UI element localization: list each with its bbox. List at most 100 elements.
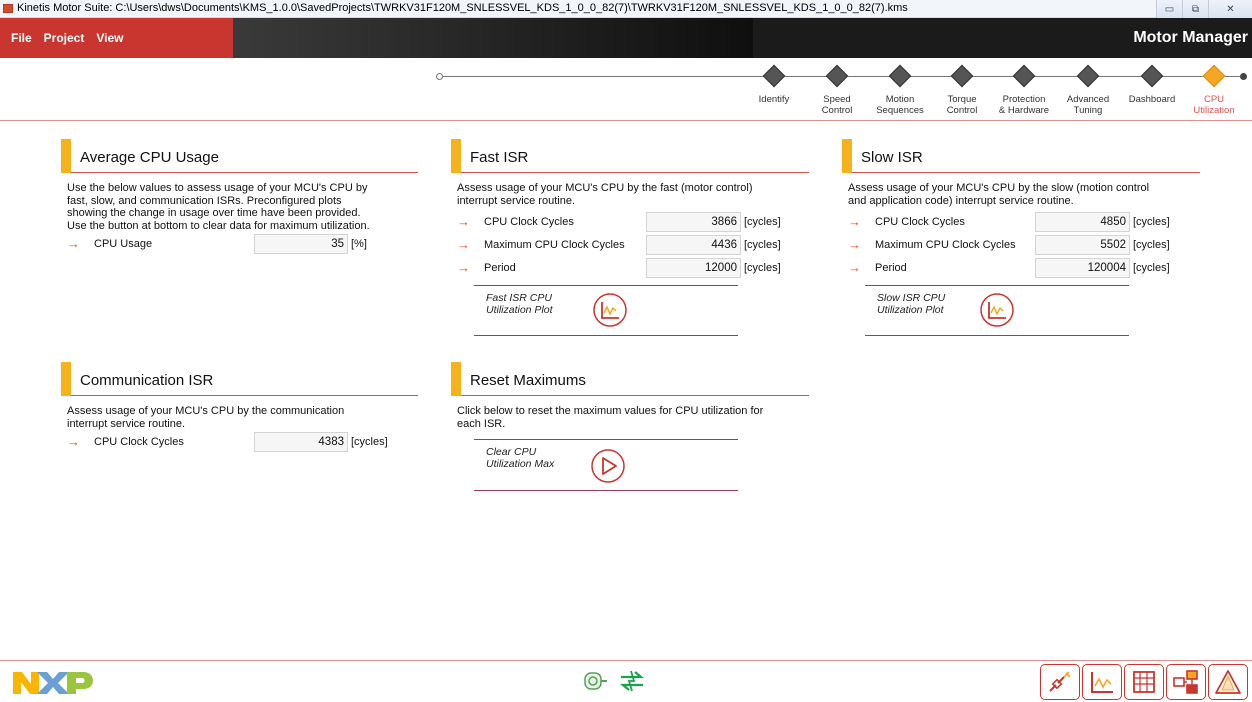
row-label: Period [875,262,907,274]
row-unit: [cycles] [1133,216,1170,228]
panel-description: Click below to reset the maximum values … [457,405,764,430]
slow-period-value: 120004 [1035,258,1130,278]
panel-title: Reset Maximums [470,372,586,389]
footer-status-icons [583,668,647,697]
footer-toolbar [1040,664,1248,700]
workflow-step-dashboard[interactable]: Dashboard [1122,64,1182,105]
panel-description: Use the below values to assess usage of … [67,182,370,232]
slow-max-cpu-clock-cycles-value: 5502 [1035,235,1130,255]
menu-project[interactable]: Project [44,31,85,45]
workflow-step-speed-control[interactable]: Speed Control [807,64,867,116]
divider [0,120,1252,121]
panel-accent [451,362,461,396]
slow-isr-plot-box: Slow ISR CPU Utilization Plot [865,285,1129,336]
diamond-icon [762,64,786,88]
diamond-icon [1076,64,1100,88]
workflow-step-motion-sequences[interactable]: Motion Sequences [870,64,930,116]
workflow-step-label: Torque Control [946,94,978,116]
arrow-right-icon: → [848,237,861,252]
fast-cpu-clock-cycles-row: → CPU Clock Cycles 3866 [cycles] [457,212,809,233]
variables-table-button[interactable] [1124,664,1164,700]
cpu-usage-row: → CPU Usage 35 [%] [67,234,418,255]
arrow-right-icon: → [67,434,80,449]
title-bar: Kinetis Motor Suite: C:\Users\dws\Docume… [0,0,1252,18]
workflow-bar: Identify Speed Control Motion Sequences To… [0,58,1252,120]
fast-isr-plot-button[interactable] [592,292,628,331]
restore-button[interactable]: ⧉ [1182,0,1208,18]
panel-accent [451,139,461,173]
workflow-step-cpu-utilization[interactable]: CPU Utilization [1184,64,1244,116]
divider [0,660,1252,661]
panel-title: Fast ISR [470,149,529,166]
app-icon [3,4,13,13]
fast-period-value: 12000 [646,258,741,278]
comm-cpu-clock-cycles-value: 4383 [254,432,348,452]
menu-view[interactable]: View [96,31,123,45]
workflow-start-node [436,73,443,80]
plot-icon [593,293,627,327]
reset-box: Clear CPU Utilization Max [474,439,738,491]
panel-average-cpu-usage: Average CPU Usage Use the below values t… [61,139,418,255]
workflow-step-torque-control[interactable]: Torque Control [932,64,992,116]
plot-icon [1091,672,1113,693]
row-label: Maximum CPU Clock Cycles [484,239,625,251]
panel-accent [61,362,71,396]
workflow-step-protection[interactable]: Protection & Hardware [994,64,1054,116]
row-unit: [cycles] [1133,262,1170,274]
clear-cpu-utilization-max-button[interactable] [590,448,626,487]
comm-cpu-clock-cycles-row: → CPU Clock Cycles 4383 [cycles] [67,432,418,453]
plot-label: Slow ISR CPU Utilization Plot [877,292,946,316]
arrow-right-icon: → [67,236,80,251]
panel-title: Slow ISR [861,149,923,166]
arrow-right-icon: → [848,214,861,229]
workflow-step-advanced-tuning[interactable]: Advanced Tuning [1058,64,1118,116]
row-label: Period [484,262,516,274]
alert-button[interactable] [1208,664,1248,700]
row-label: Maximum CPU Clock Cycles [875,239,1016,251]
workflow-step-label: Identify [758,94,790,105]
diamond-icon [825,64,849,88]
row-unit: [cycles] [744,262,781,274]
arrow-right-icon: → [457,260,470,275]
arrow-right-icon: → [457,214,470,229]
table-icon [1133,671,1155,693]
fast-isr-plot-box: Fast ISR CPU Utilization Plot [474,285,738,336]
panel-header: Slow ISR [842,139,1200,173]
panel-description: Assess usage of your MCU's CPU by the sl… [848,182,1150,207]
connection-icon[interactable] [617,668,647,697]
minimize-button[interactable]: ▭ [1156,0,1182,18]
diamond-icon [1012,64,1036,88]
plug-icon [1049,671,1071,692]
control-diagram-button[interactable] [1166,664,1206,700]
slow-cpu-clock-cycles-value: 4850 [1035,212,1130,232]
panel-accent [842,139,852,173]
window-title: Kinetis Motor Suite: C:\Users\dws\Docume… [17,2,908,14]
slow-max-cpu-clock-cycles-row: → Maximum CPU Clock Cycles 5502 [cycles] [848,235,1200,256]
menu-file[interactable]: File [11,31,32,45]
panel-header: Fast ISR [451,139,809,173]
menu-group: File Project View [0,18,233,58]
menu-bar-background [233,18,753,58]
workflow-step-label: Motion Sequences [876,94,924,116]
row-unit: [cycles] [351,436,388,448]
panel-header: Reset Maximums [451,362,809,396]
fast-max-cpu-clock-cycles-row: → Maximum CPU Clock Cycles 4436 [cycles] [457,235,809,256]
window-controls: ▭ ⧉ ✕ [1156,0,1252,18]
row-label: CPU Usage [94,238,153,250]
motor-icon[interactable] [583,669,609,696]
scope-button[interactable] [1082,664,1122,700]
fast-period-row: → Period 12000 [cycles] [457,258,809,279]
close-button[interactable]: ✕ [1208,0,1252,18]
workflow-step-identify[interactable]: Identify [744,64,804,105]
panel-fast-isr: Fast ISR Assess usage of your MCU's CPU … [451,139,809,279]
slow-isr-plot-button[interactable] [979,292,1015,331]
panel-title: Communication ISR [80,372,214,389]
slow-period-row: → Period 120004 [cycles] [848,258,1200,279]
workflow-step-label: Protection & Hardware [998,94,1050,116]
reset-label: Clear CPU Utilization Max [486,446,555,470]
menu-bar: File Project View Motor Manager [0,18,1252,58]
panel-slow-isr: Slow ISR Assess usage of your MCU's CPU … [842,139,1200,279]
row-unit: [cycles] [744,216,781,228]
diamond-icon [888,64,912,88]
connect-button[interactable] [1040,664,1080,700]
